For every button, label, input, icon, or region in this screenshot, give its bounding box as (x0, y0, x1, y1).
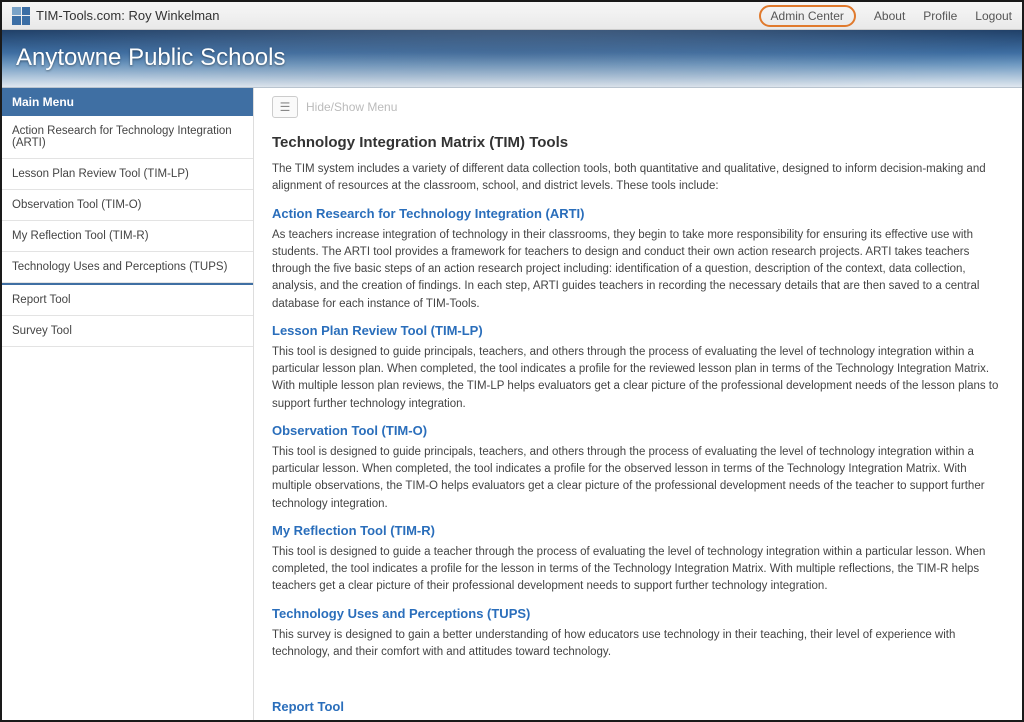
section-body-tim-r: This tool is designed to guide a teacher… (272, 544, 1004, 596)
banner: Anytowne Public Schools (2, 30, 1022, 88)
sidebar-item-report[interactable]: Report Tool (2, 285, 253, 316)
section-body-tim-o: This tool is designed to guide principal… (272, 444, 1004, 513)
section-heading-tim-o[interactable]: Observation Tool (TIM-O) (272, 423, 1004, 438)
sidebar-item-label: Technology Uses and Perceptions (TUPS) (12, 261, 227, 273)
section-heading-arti[interactable]: Action Research for Technology Integrati… (272, 206, 1004, 221)
sidebar-item-survey[interactable]: Survey Tool (2, 316, 253, 347)
sidebar-item-label: Action Research for Technology Integrati… (12, 125, 232, 149)
sidebar-header: Main Menu (2, 88, 253, 116)
admin-center-highlight: Admin Center (759, 5, 856, 27)
section-heading-tups[interactable]: Technology Uses and Perceptions (TUPS) (272, 606, 1004, 621)
top-nav: Admin Center About Profile Logout (759, 5, 1012, 27)
topbar: TIM-Tools.com: Roy Winkelman Admin Cente… (2, 2, 1022, 30)
sidebar-item-label: Survey Tool (12, 325, 72, 337)
sidebar-item-label: Lesson Plan Review Tool (TIM-LP) (12, 168, 189, 180)
nav-admin-center[interactable]: Admin Center (771, 9, 844, 23)
section-heading-tim-r[interactable]: My Reflection Tool (TIM-R) (272, 523, 1004, 538)
sidebar-item-label: My Reflection Tool (TIM-R) (12, 230, 149, 242)
sidebar-item-tups[interactable]: Technology Uses and Perceptions (TUPS) (2, 252, 253, 283)
sidebar-item-tim-lp[interactable]: Lesson Plan Review Tool (TIM-LP) (2, 159, 253, 190)
section-heading-tim-lp[interactable]: Lesson Plan Review Tool (TIM-LP) (272, 323, 1004, 338)
section-body-tups: This survey is designed to gain a better… (272, 627, 1004, 662)
sidebar-item-label: Observation Tool (TIM-O) (12, 199, 142, 211)
sidebar: Main Menu Action Research for Technology… (2, 88, 254, 720)
menu-toggle-label: Hide/Show Menu (306, 100, 397, 114)
menu-toggle: ☰ Hide/Show Menu (272, 96, 397, 118)
menu-toggle-button[interactable]: ☰ (272, 96, 298, 118)
sidebar-item-label: Report Tool (12, 294, 71, 306)
nav-logout[interactable]: Logout (975, 9, 1012, 23)
sidebar-item-tim-r[interactable]: My Reflection Tool (TIM-R) (2, 221, 253, 252)
site-title: TIM-Tools.com: Roy Winkelman (36, 8, 219, 23)
page-title: Technology Integration Matrix (TIM) Tool… (272, 134, 1004, 151)
sidebar-item-arti[interactable]: Action Research for Technology Integrati… (2, 116, 253, 159)
org-name: Anytowne Public Schools (2, 30, 1022, 86)
section-body-arti: As teachers increase integration of tech… (272, 227, 1004, 313)
sidebar-item-tim-o[interactable]: Observation Tool (TIM-O) (2, 190, 253, 221)
hamburger-icon: ☰ (280, 100, 291, 114)
tim-logo-icon (12, 7, 30, 25)
section-body-tim-lp: This tool is designed to guide principal… (272, 344, 1004, 413)
intro-text: The TIM system includes a variety of dif… (272, 161, 1004, 196)
nav-about[interactable]: About (874, 9, 905, 23)
section-heading-report[interactable]: Report Tool (272, 699, 1004, 714)
main-content: ☰ Hide/Show Menu Technology Integration … (254, 88, 1022, 720)
nav-profile[interactable]: Profile (923, 9, 957, 23)
